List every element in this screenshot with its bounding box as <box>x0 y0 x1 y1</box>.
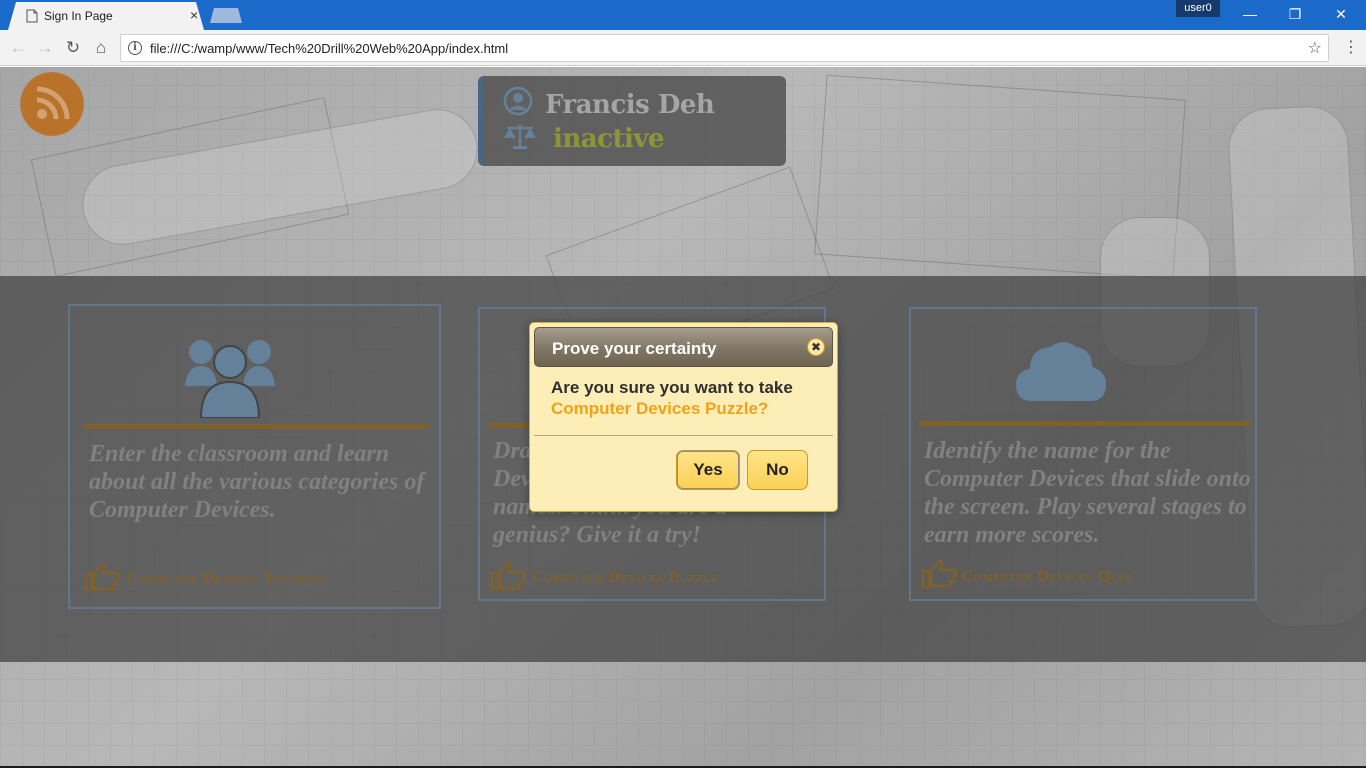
bookmark-star-icon[interactable]: ☆ <box>1308 38 1322 58</box>
dialog-title: Prove your certainty <box>552 339 717 358</box>
dialog-activity-name: Computer Devices Puzzle? <box>551 399 769 418</box>
confirm-dialog: Prove your certainty ✖ Are you sure you … <box>529 322 838 512</box>
tab-title: Sign In Page <box>44 9 113 23</box>
forward-icon[interactable]: → <box>34 37 56 59</box>
no-button[interactable]: No <box>747 450 808 490</box>
yes-button[interactable]: Yes <box>676 450 740 490</box>
dialog-divider <box>534 435 833 436</box>
back-icon[interactable]: ← <box>7 37 29 59</box>
home-icon[interactable]: ⌂ <box>90 37 112 59</box>
browser-titlebar: Sign In Page × user0 — ❐ ✕ <box>0 0 1366 30</box>
reload-icon[interactable]: ↻ <box>62 37 84 59</box>
close-window-button[interactable]: ✕ <box>1318 4 1364 24</box>
user-badge[interactable]: user0 <box>1176 0 1220 17</box>
page-icon <box>26 9 38 23</box>
address-bar[interactable]: i file:///C:/wamp/www/Tech%20Drill%20Web… <box>120 34 1329 62</box>
new-tab-button[interactable] <box>210 8 242 23</box>
url-text[interactable]: file:///C:/wamp/www/Tech%20Drill%20Web%2… <box>150 41 508 56</box>
browser-tab[interactable]: Sign In Page × <box>8 2 204 30</box>
info-icon[interactable]: i <box>128 41 142 55</box>
minimize-button[interactable]: — <box>1227 4 1273 24</box>
maximize-button[interactable]: ❐ <box>1272 4 1318 24</box>
tab-close-icon[interactable]: × <box>190 8 198 22</box>
browser-toolbar: ← → ↻ ⌂ i file:///C:/wamp/www/Tech%20Dri… <box>0 30 1366 66</box>
dialog-message: Are you sure you want to take <box>551 378 793 397</box>
dialog-close-icon[interactable]: ✖ <box>807 338 825 356</box>
dialog-header[interactable]: Prove your certainty ✖ <box>534 327 833 367</box>
browser-menu-icon[interactable]: ⋮ <box>1343 38 1359 58</box>
